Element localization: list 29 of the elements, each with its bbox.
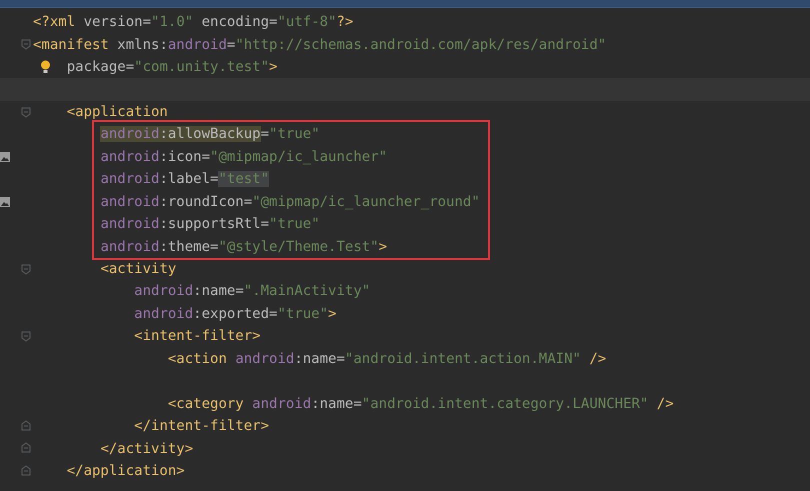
code-line: <?xml version="1.0" encoding="utf-8"?> <box>33 13 354 32</box>
code-line: <manifest xmlns:android="http://schemas.android.com/apk/res/android" <box>33 36 606 54</box>
code-line: <application <box>66 102 168 121</box>
code-line: </activity> <box>100 440 194 458</box>
fold-icon[interactable] <box>21 39 31 50</box>
fold-icon[interactable] <box>21 464 31 476</box>
code-line: <intent-filter> <box>134 327 261 346</box>
code-line: android:icon="@mipmap/ic_launcher" <box>100 148 388 166</box>
code-line: android:label="test" <box>100 170 270 188</box>
fold-icon[interactable] <box>21 442 31 454</box>
code-line: </intent-filter> <box>134 417 270 436</box>
fold-icon[interactable] <box>21 420 31 431</box>
code-line: android:roundIcon="@mipmap/ic_launcher_round" <box>100 192 480 211</box>
code-line: package="com.unity.test"> <box>66 58 278 76</box>
code-line: android:exported="true"> <box>134 304 336 323</box>
fold-icon[interactable] <box>21 264 31 275</box>
code-line: </application> <box>66 462 185 480</box>
code-line: android:name=".MainActivity" <box>134 282 370 300</box>
image-icon[interactable] <box>0 196 10 206</box>
code-line: android:supportsRtl="true" <box>100 215 320 234</box>
fold-icon[interactable] <box>21 331 31 342</box>
code-line: <activity <box>100 260 176 278</box>
image-icon[interactable] <box>0 152 10 162</box>
fold-icon[interactable] <box>21 106 31 118</box>
code-line: <category android:name="android.intent.category.LAUNCHER" /> <box>168 394 674 413</box>
code-line: android:allowBackup="true" <box>100 125 320 144</box>
code-line: <action android:name="android.intent.action.MAIN" /> <box>168 350 606 368</box>
lightbulb-icon[interactable] <box>40 60 51 74</box>
code-line: android:theme="@style/Theme.Test"> <box>100 238 388 256</box>
